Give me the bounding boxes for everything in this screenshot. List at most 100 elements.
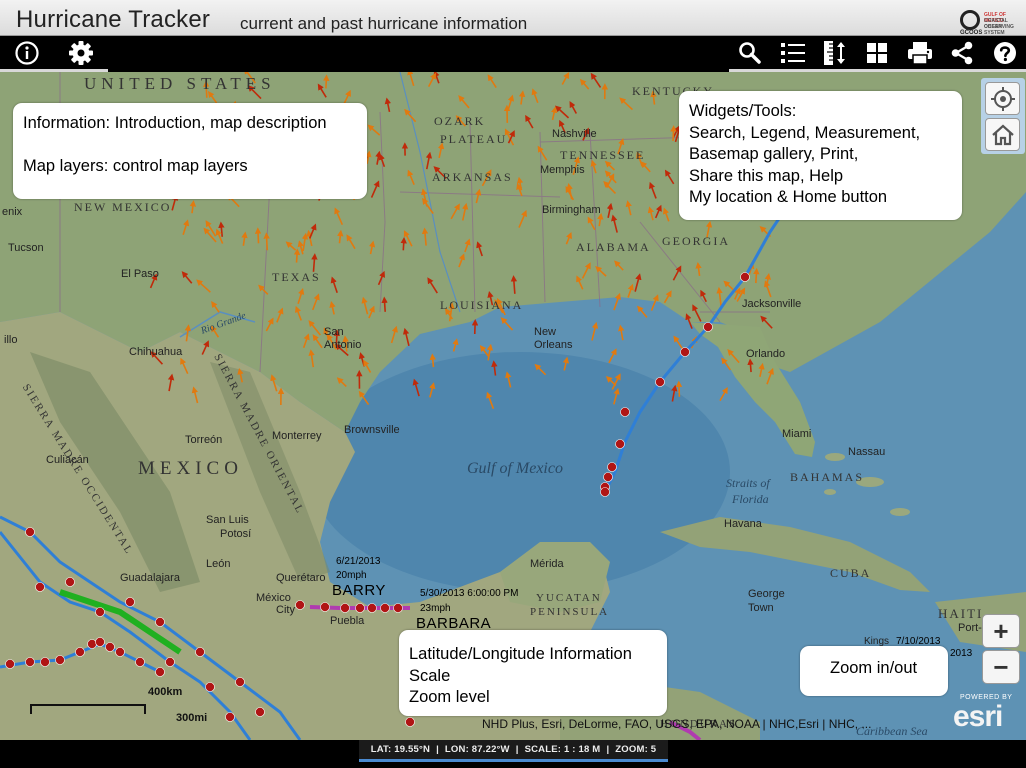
track-point[interactable] (87, 639, 97, 649)
print-button[interactable] (899, 37, 941, 69)
separator: | (606, 744, 610, 755)
info-button[interactable] (0, 37, 54, 69)
annotation-coords-line-3: Zoom level (409, 688, 490, 706)
annotation-layers-line: Map layers: control map layers (23, 156, 248, 175)
scale-readout: SCALE: 1 : 18 M (524, 744, 601, 755)
track-point[interactable] (165, 657, 175, 667)
track-point[interactable] (615, 439, 625, 449)
track-point[interactable] (320, 602, 330, 612)
label-el-paso: El Paso (121, 268, 159, 280)
label-mexico: MEXICO (138, 458, 243, 479)
track-point[interactable] (225, 712, 235, 722)
map-attribution: NHD Plus, Esri, DeLorme, FAO, USGS, EPA,… (482, 717, 872, 731)
track-point[interactable] (655, 377, 665, 387)
label-georgia: GEORGIA (662, 234, 730, 248)
legend-button[interactable] (771, 37, 813, 69)
track-point[interactable] (5, 659, 15, 669)
track-point[interactable] (355, 603, 365, 613)
track-point[interactable] (255, 707, 265, 717)
storm-barbara-speed: 23mph (420, 603, 451, 614)
track-point[interactable] (195, 647, 205, 657)
track-point[interactable] (105, 642, 115, 652)
track-point[interactable] (680, 347, 690, 357)
track-point[interactable] (295, 600, 305, 610)
track-point[interactable] (25, 657, 35, 667)
label-queretaro: Querétaro (276, 572, 326, 584)
gcoos-logo: GULF OF MEXICO COASTAL OCEAN OBSERVING S… (960, 8, 1022, 36)
track-point[interactable] (603, 472, 613, 482)
zoom-in-button[interactable]: + (982, 614, 1020, 648)
track-point[interactable] (155, 617, 165, 627)
track-point[interactable] (703, 322, 713, 332)
label-tucson: Tucson (8, 242, 44, 254)
annotation-coords-line-1: Latitude/Longitude Information (409, 645, 632, 663)
track-point[interactable] (35, 582, 45, 592)
crosshair-icon (990, 86, 1015, 111)
track-point[interactable] (125, 597, 135, 607)
gear-icon (69, 41, 93, 65)
label-orlando: Orlando (746, 348, 786, 360)
track-point[interactable] (75, 647, 85, 657)
track-point[interactable] (620, 407, 630, 417)
label-phoenix-fragment: enix (2, 206, 23, 218)
label-hermosillo-fragment: illo (4, 334, 18, 346)
home-button[interactable] (985, 118, 1020, 151)
legend-icon (780, 43, 805, 63)
track-point[interactable] (367, 603, 377, 613)
app-subtitle: current and past hurricane information (240, 14, 528, 33)
label-yucatan-2: PENINSULA (530, 606, 610, 618)
track-point[interactable] (600, 487, 610, 497)
label-nassau: Nassau (848, 446, 886, 458)
track-point[interactable] (205, 682, 215, 692)
label-nashville: Nashville (552, 128, 597, 140)
logo-abbrev: GCOOS (960, 30, 983, 36)
label-puebla: Puebla (330, 615, 365, 627)
right-toolbar (729, 37, 1026, 72)
longitude-readout: LON: 87.22°W (444, 744, 510, 755)
scale-mi-label: 300mi (176, 712, 208, 724)
wind-arrow (263, 232, 270, 251)
label-george-town-1: George (748, 588, 785, 600)
track-point[interactable] (55, 655, 65, 665)
label-plateau: PLATEAU (440, 132, 508, 146)
search-button[interactable] (729, 37, 771, 69)
zoom-out-button[interactable]: − (982, 650, 1020, 684)
share-button[interactable] (941, 37, 983, 69)
track-point[interactable] (25, 527, 35, 537)
measure-button[interactable] (814, 37, 856, 69)
track-point[interactable] (405, 717, 415, 727)
help-button[interactable] (983, 37, 1025, 69)
track-point[interactable] (235, 677, 245, 687)
track-point[interactable] (607, 462, 617, 472)
track-point[interactable] (135, 657, 145, 667)
zoom-readout: ZOOM: 5 (615, 744, 657, 755)
track-point[interactable] (380, 603, 390, 613)
track-point[interactable] (115, 647, 125, 657)
wind-arrow (323, 74, 330, 89)
wind-arrow (747, 358, 754, 373)
annotation-coords-line-2: Scale (409, 666, 451, 685)
storm-barry-name: BARRY (332, 582, 386, 599)
basemap-gallery-button[interactable] (856, 37, 898, 69)
my-location-button[interactable] (985, 82, 1020, 115)
track-point[interactable] (740, 272, 750, 282)
wind-arrow (675, 380, 683, 397)
share-icon (951, 41, 973, 65)
label-cuba: CUBA (830, 566, 872, 580)
label-louisiana: LOUISIANA (440, 298, 524, 312)
settings-button[interactable] (54, 37, 108, 69)
track-point[interactable] (340, 603, 350, 613)
track-point[interactable] (95, 637, 105, 647)
track-point[interactable] (40, 657, 50, 667)
annotation-info-line: Information: Introduction, map descripti… (23, 114, 327, 132)
print-icon (907, 42, 932, 65)
track-point[interactable] (155, 667, 165, 677)
track-point[interactable] (393, 603, 403, 613)
annotation-widgets: Widgets/Tools: Search, Legend, Measureme… (679, 91, 962, 220)
left-toolbar (0, 37, 108, 72)
label-usa: UNITED STATES (84, 74, 276, 93)
track-point[interactable] (65, 577, 75, 587)
label-monterrey: Monterrey (272, 430, 322, 442)
track-point[interactable] (95, 607, 105, 617)
wind-arrow (254, 227, 262, 244)
